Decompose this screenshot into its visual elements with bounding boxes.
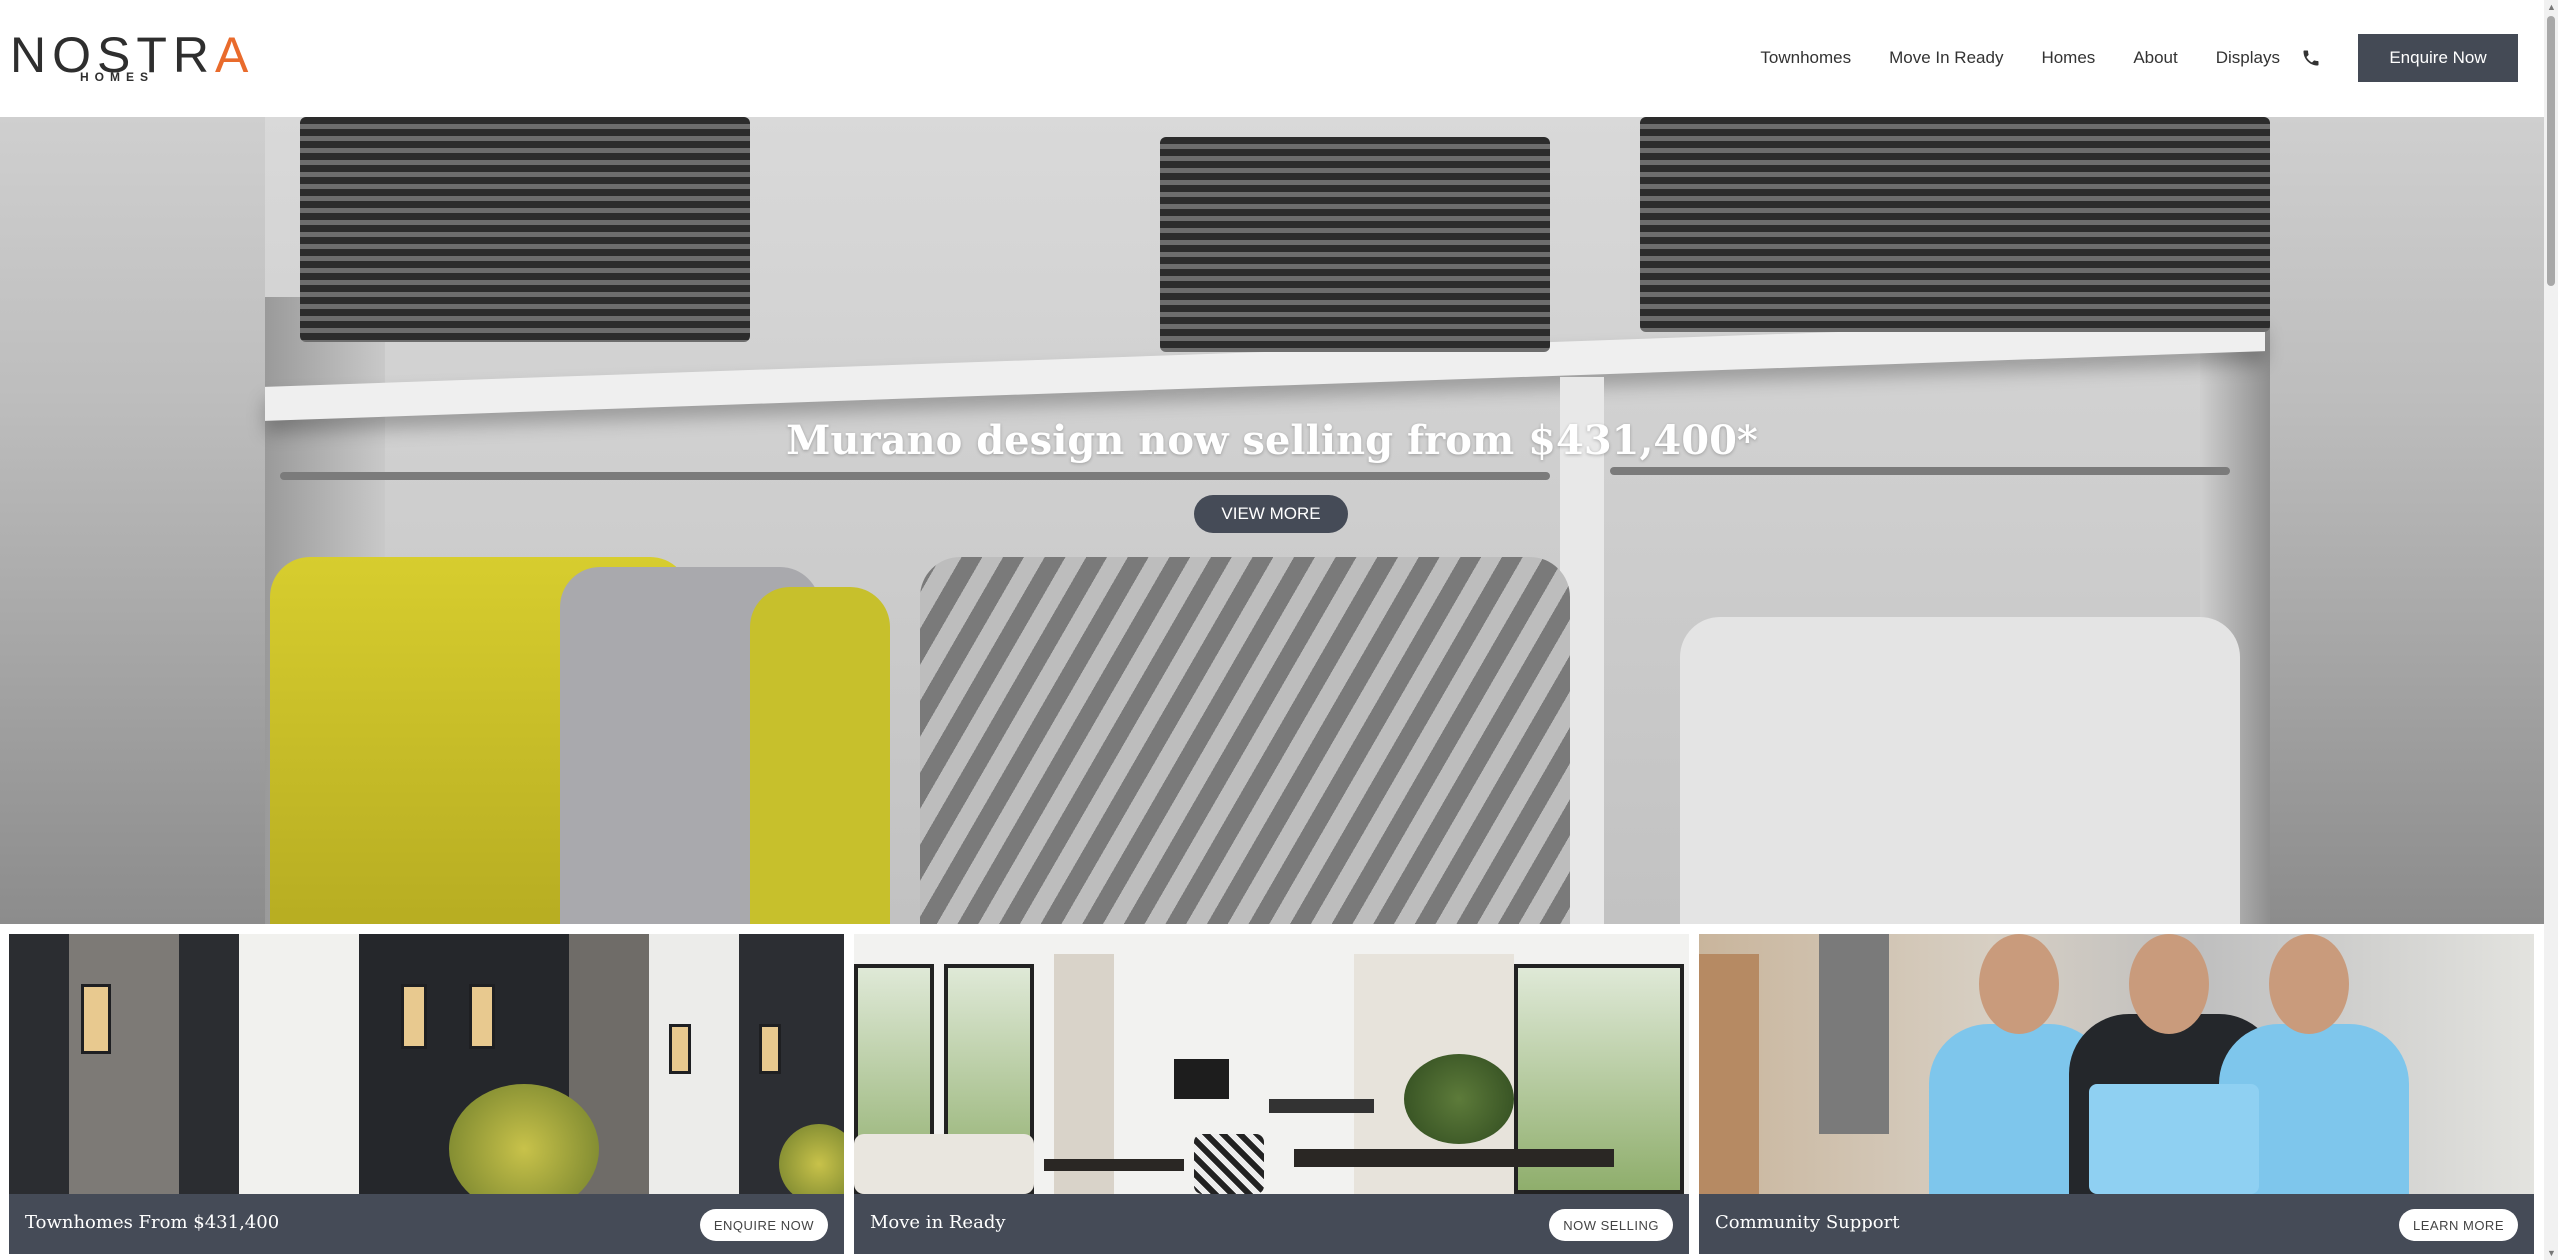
main-nav: Townhomes Move In Ready Homes About Disp… [1760, 34, 2518, 82]
scroll-up-icon[interactable]: ▲ [2547, 3, 2556, 12]
nav-item-about[interactable]: About [2133, 48, 2177, 68]
nav-item-homes[interactable]: Homes [2041, 48, 2095, 68]
phone-icon[interactable] [2300, 47, 2322, 69]
card-townhomes[interactable]: Townhomes From $431,400 ENQUIRE NOW [9, 934, 844, 1254]
community-support-image [1699, 934, 2534, 1194]
basket-image [1640, 117, 2270, 332]
now-selling-card-button[interactable]: NOW SELLING [1549, 1209, 1673, 1241]
nav-item-townhomes[interactable]: Townhomes [1760, 48, 1851, 68]
card-move-in-ready[interactable]: Move in Ready NOW SELLING [854, 934, 1689, 1254]
living-room-image [854, 934, 1689, 1194]
learn-more-card-button[interactable]: LEARN MORE [2399, 1209, 2518, 1241]
feature-cards: Townhomes From $431,400 ENQUIRE NOW Move… [9, 934, 2535, 1254]
scrollbar-thumb[interactable] [2547, 16, 2555, 286]
nav-item-displays[interactable]: Displays [2216, 48, 2280, 68]
page-scrollbar[interactable]: ▲ ▼ [2544, 0, 2558, 1260]
nostra-homes-logo[interactable]: NOSTRA HOMES [10, 30, 248, 86]
townhomes-image [9, 934, 844, 1214]
hero-banner: Murano design now selling from $431,400*… [0, 117, 2544, 924]
nav-item-move-in-ready[interactable]: Move In Ready [1889, 48, 2003, 68]
enquire-now-button[interactable]: Enquire Now [2358, 34, 2518, 82]
site-header: NOSTRA HOMES Townhomes Move In Ready Hom… [0, 0, 2544, 117]
card-community-support[interactable]: Community Support LEARN MORE [1699, 934, 2534, 1254]
card-title: Move in Ready [870, 1212, 1006, 1233]
view-more-button[interactable]: VIEW MORE [1194, 495, 1348, 533]
card-title: Community Support [1715, 1212, 1900, 1233]
hero-title: Murano design now selling from $431,400* [786, 417, 1758, 464]
basket-image [1160, 137, 1550, 352]
basket-image [300, 117, 750, 342]
logo-subtitle: HOMES [80, 70, 155, 84]
scroll-down-icon[interactable]: ▼ [2547, 1249, 2556, 1258]
enquire-now-card-button[interactable]: ENQUIRE NOW [699, 1209, 828, 1241]
card-title: Townhomes From $431,400 [25, 1212, 280, 1233]
